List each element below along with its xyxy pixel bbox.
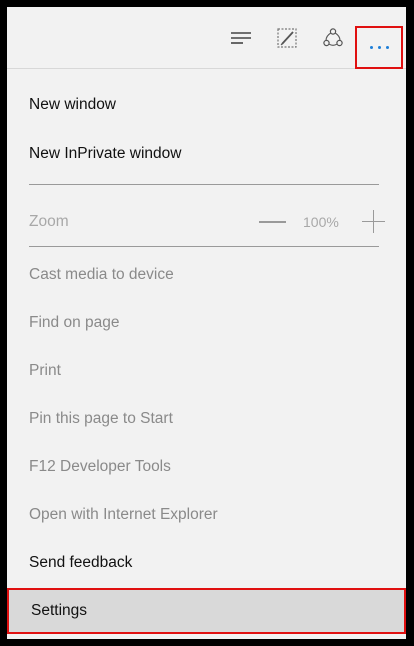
- menu-divider: [29, 184, 379, 185]
- menu-item-label: F12 Developer Tools: [29, 458, 171, 475]
- menu-item-label: Cast media to device: [29, 266, 174, 283]
- menu-item-cast-media[interactable]: Cast media to device: [7, 251, 406, 299]
- menu-item-new-window[interactable]: New window: [7, 81, 406, 129]
- menu-item-label: Open with Internet Explorer: [29, 506, 218, 523]
- menu-item-label: Find on page: [29, 314, 120, 331]
- menu-item-open-with-ie[interactable]: Open with Internet Explorer: [7, 491, 406, 539]
- menu-item-label: Send feedback: [29, 554, 133, 571]
- menu-item-send-feedback[interactable]: Send feedback: [7, 539, 406, 587]
- menu-item-print[interactable]: Print: [7, 347, 406, 395]
- browser-toolbar: [7, 7, 406, 69]
- web-note-icon[interactable]: [270, 21, 304, 55]
- zoom-out-button[interactable]: [259, 221, 286, 223]
- more-actions-menu-panel: New window New InPrivate window Zoom 100…: [7, 7, 406, 639]
- zoom-label: Zoom: [29, 213, 69, 230]
- menu-item-label: Print: [29, 362, 61, 379]
- menu-item-new-inprivate-window[interactable]: New InPrivate window: [7, 130, 406, 178]
- menu-item-settings[interactable]: Settings: [7, 588, 406, 634]
- menu-item-label: New InPrivate window: [29, 145, 182, 162]
- more-actions-icon: [369, 46, 389, 49]
- hub-icon[interactable]: [224, 21, 258, 55]
- menu-item-developer-tools[interactable]: F12 Developer Tools: [7, 443, 406, 491]
- menu-item-label: Settings: [31, 602, 88, 619]
- menu-item-label: Pin this page to Start: [29, 410, 173, 427]
- menu-divider: [29, 246, 379, 247]
- menu-item-label: New window: [29, 96, 117, 113]
- zoom-in-button[interactable]: [362, 210, 385, 233]
- more-actions-button[interactable]: [355, 26, 403, 69]
- zoom-row: Zoom 100%: [7, 193, 406, 251]
- zoom-level-value: 100%: [303, 214, 339, 230]
- menu-item-pin-to-start[interactable]: Pin this page to Start: [7, 395, 406, 443]
- menu-item-find-on-page[interactable]: Find on page: [7, 299, 406, 347]
- share-icon[interactable]: [316, 21, 350, 55]
